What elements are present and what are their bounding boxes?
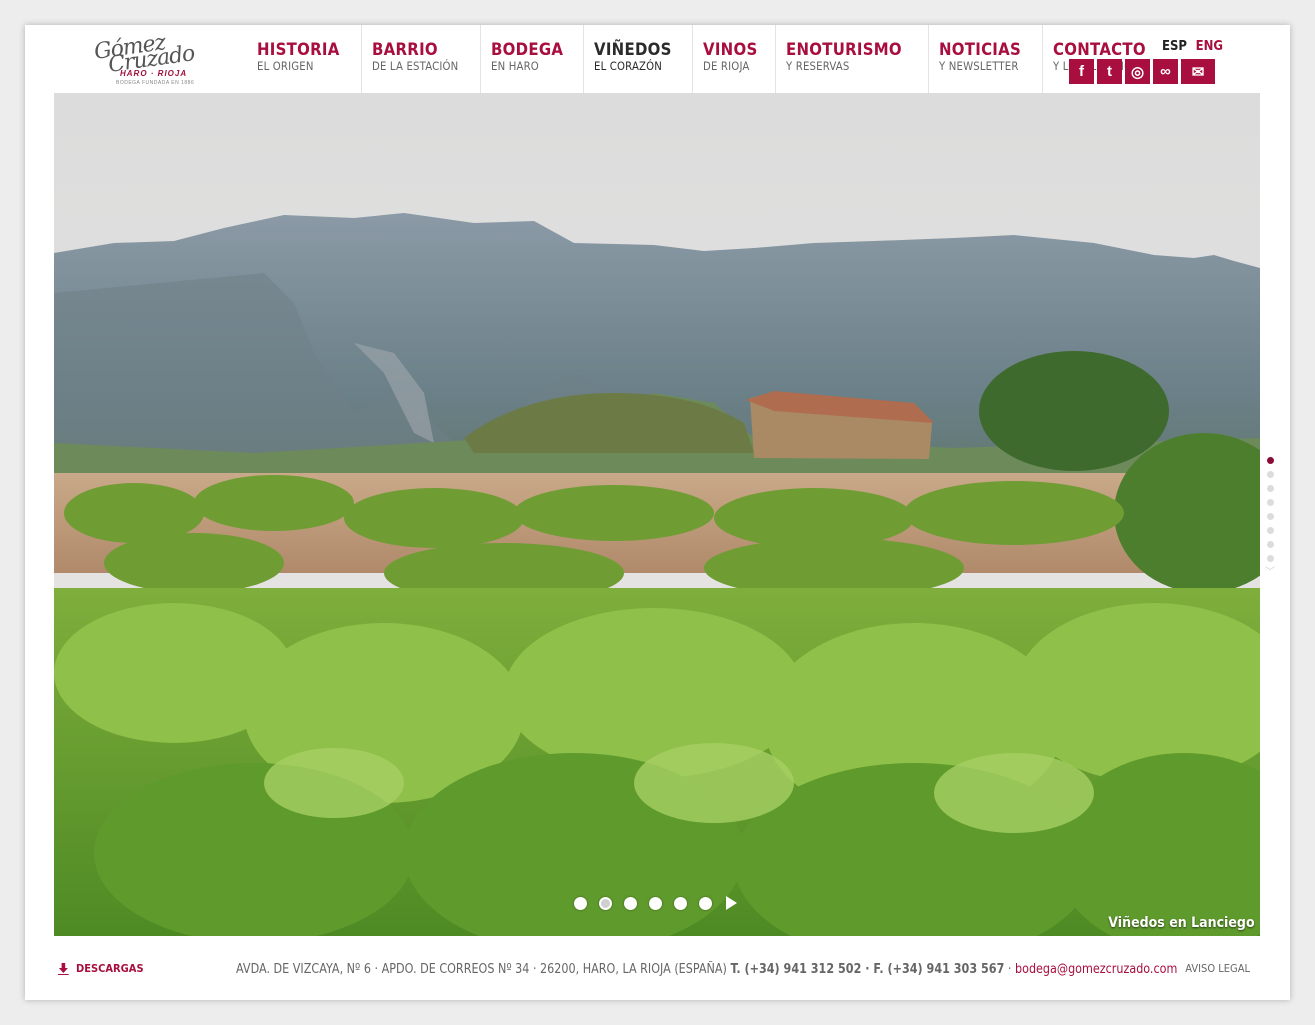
- instagram-icon[interactable]: ◎: [1125, 59, 1150, 84]
- slide-dot-2[interactable]: [599, 896, 612, 910]
- nav-title: VIÑEDOS: [594, 40, 672, 60]
- nav-subtitle: EL CORAZÓN: [594, 59, 663, 73]
- footer: DESCARGAS AVDA. DE VIZCAYA, Nº 6 · APDO.…: [54, 950, 1260, 990]
- slide-dot-6[interactable]: [699, 896, 712, 910]
- email-link[interactable]: bodega@gomezcruzado.com: [1015, 962, 1177, 977]
- social-links: f t ◎ ∞ ✉: [1069, 59, 1215, 84]
- downloads-label: DESCARGAS: [76, 962, 144, 975]
- language-switcher: ESP ENG: [1162, 39, 1227, 54]
- tripadvisor-icon[interactable]: ∞: [1153, 59, 1178, 84]
- nav-subtitle: Y NEWSLETTER: [938, 59, 1019, 73]
- logo[interactable]: Gómez Cruzado HARO · RIOJA BODEGA FUNDAD…: [80, 30, 200, 95]
- section-dot-1[interactable]: [1266, 457, 1274, 464]
- nav-item-enoturismo[interactable]: ENOTURISMO Y RESERVAS: [775, 25, 928, 93]
- slide-caption: Viñedos en Lanciego: [1108, 915, 1255, 931]
- nav-title: HISTORIA: [257, 40, 340, 60]
- chevron-down-icon[interactable]: ﹀: [1265, 568, 1275, 578]
- main-nav: HISTORIA EL ORIGEN BARRIO DE LA ESTACIÓN…: [247, 25, 1169, 93]
- slide-dot-1[interactable]: [574, 896, 587, 910]
- nav-item-vinos[interactable]: VINOS DE RIOJA: [692, 25, 775, 93]
- slide-dot-3[interactable]: [624, 896, 637, 910]
- nav-title: VINOS: [703, 40, 758, 60]
- twitter-icon[interactable]: t: [1097, 59, 1122, 84]
- logo-subtitle: HARO · RIOJA: [120, 69, 188, 78]
- downloads-link[interactable]: DESCARGAS: [58, 962, 144, 975]
- slide-dot-5[interactable]: [674, 896, 687, 910]
- hero-slideshow: Viñedos en Lanciego: [54, 93, 1260, 936]
- page-frame: Gómez Cruzado HARO · RIOJA BODEGA FUNDAD…: [25, 25, 1290, 1000]
- address-text: AVDA. DE VIZCAYA, Nº 6 · APDO. DE CORREO…: [236, 962, 727, 977]
- nav-subtitle: EN HARO: [491, 59, 539, 73]
- nav-subtitle: EL ORIGEN: [257, 59, 314, 73]
- download-icon: [58, 962, 69, 975]
- nav-subtitle: Y RESERVAS: [786, 59, 850, 73]
- phone-text: T. (+34) 941 312 502 · F. (+34) 941 303 …: [730, 962, 1005, 977]
- nav-item-noticias[interactable]: NOTICIAS Y NEWSLETTER: [927, 25, 1042, 93]
- play-icon[interactable]: [726, 896, 737, 910]
- slide-pager: [574, 896, 737, 910]
- slide-dot-4[interactable]: [649, 896, 662, 910]
- hero-image: [54, 93, 1260, 936]
- section-dot-6[interactable]: [1266, 527, 1274, 534]
- separator: ·: [1004, 962, 1016, 977]
- section-dot-5[interactable]: [1266, 513, 1274, 520]
- legal-link[interactable]: AVISO LEGAL: [1185, 962, 1250, 975]
- nav-title: CONTACTO: [1053, 40, 1147, 60]
- section-pager: ﹀: [1265, 457, 1275, 578]
- section-dot-4[interactable]: [1266, 499, 1274, 506]
- nav-title: BARRIO: [371, 40, 438, 60]
- section-dot-8[interactable]: [1266, 555, 1274, 562]
- logo-founded: BODEGA FUNDADA EN 1886: [116, 80, 195, 86]
- nav-item-historia[interactable]: HISTORIA EL ORIGEN: [247, 25, 361, 93]
- nav-title: NOTICIAS: [938, 40, 1021, 60]
- footer-address: AVDA. DE VIZCAYA, Nº 6 · APDO. DE CORREO…: [236, 962, 1177, 977]
- mail-icon[interactable]: ✉: [1181, 59, 1215, 84]
- nav-subtitle: DE LA ESTACIÓN: [371, 59, 459, 73]
- facebook-icon[interactable]: f: [1069, 59, 1094, 84]
- lang-esp[interactable]: ESP: [1162, 39, 1187, 54]
- nav-title: BODEGA: [491, 40, 564, 60]
- nav-item-barrio[interactable]: BARRIO DE LA ESTACIÓN: [360, 25, 480, 93]
- lang-eng[interactable]: ENG: [1196, 39, 1223, 54]
- nav-item-bodega[interactable]: BODEGA EN HARO: [480, 25, 583, 93]
- nav-item-vinedos[interactable]: VIÑEDOS EL CORAZÓN: [583, 25, 692, 93]
- nav-subtitle: DE RIOJA: [703, 59, 750, 73]
- section-dot-7[interactable]: [1266, 541, 1274, 548]
- section-dot-2[interactable]: [1266, 471, 1274, 478]
- nav-title: ENOTURISMO: [786, 40, 903, 60]
- section-dot-3[interactable]: [1266, 485, 1274, 492]
